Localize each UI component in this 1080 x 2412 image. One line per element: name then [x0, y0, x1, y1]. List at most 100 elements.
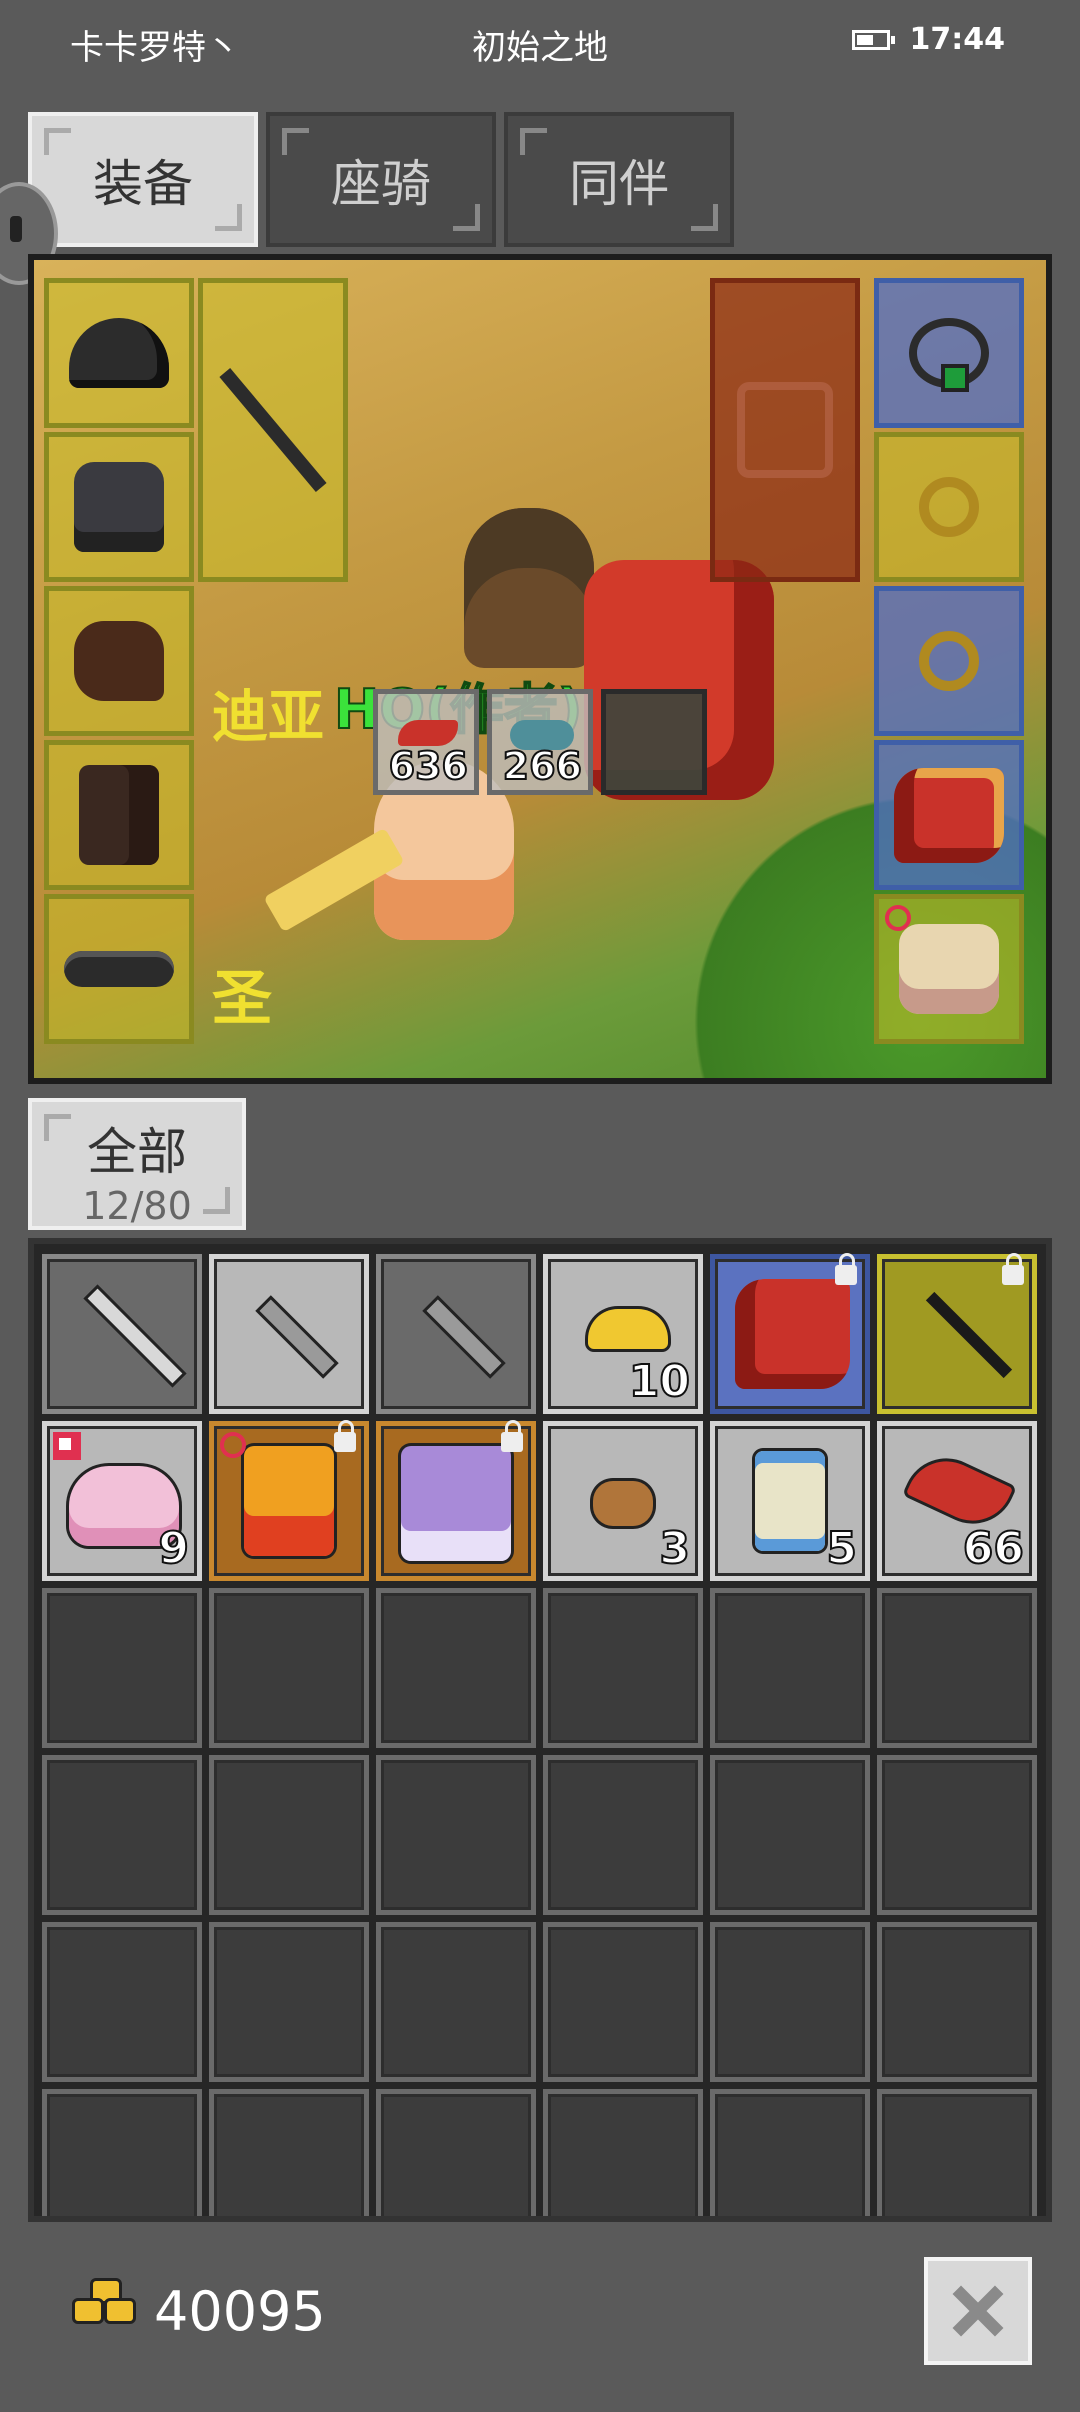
dragon-icon: [894, 767, 1004, 863]
inventory-empty-slot[interactable]: [42, 2089, 202, 2216]
sword-icon: [87, 1288, 183, 1384]
inventory-empty-slot[interactable]: [42, 1588, 202, 1748]
glove-icon: [74, 621, 164, 701]
new-mark-icon: [53, 1432, 81, 1460]
inventory-empty-slot[interactable]: [209, 1755, 369, 1915]
inventory-empty-slot[interactable]: [376, 2089, 536, 2216]
tab-companion[interactable]: 同伴: [504, 112, 734, 247]
necklace-icon: [909, 318, 989, 392]
cat-pet-icon: [899, 924, 999, 1014]
slot-armor[interactable]: [44, 432, 194, 582]
slot-belt[interactable]: [44, 894, 194, 1044]
slot-weapon[interactable]: [198, 278, 348, 582]
tab-equipment[interactable]: 装备: [28, 112, 258, 247]
inventory-item[interactable]: [376, 1254, 536, 1414]
ring-icon: [919, 631, 979, 691]
spear-icon: [219, 368, 327, 492]
corner-decoration: [44, 128, 71, 155]
item-count: 266: [502, 743, 583, 789]
inventory-empty-slot[interactable]: [42, 1922, 202, 2082]
quick-slot-1[interactable]: 636: [373, 689, 479, 795]
inventory-empty-slot[interactable]: [209, 1922, 369, 2082]
card-icon: [401, 1446, 511, 1561]
tab-label: 装备: [93, 154, 193, 213]
quick-slot-3[interactable]: [601, 689, 707, 795]
boots-icon: [79, 765, 159, 865]
slot-boots[interactable]: [44, 740, 194, 890]
inventory-item[interactable]: [376, 1420, 536, 1581]
slot-pet[interactable]: [874, 894, 1024, 1044]
close-button[interactable]: [924, 2257, 1032, 2365]
inventory-empty-slot[interactable]: [209, 1588, 369, 1748]
item-count: 3: [658, 1522, 691, 1575]
corner-decoration: [215, 204, 242, 231]
inventory-empty-slot[interactable]: [376, 1588, 536, 1748]
inventory-empty-slot[interactable]: [543, 1588, 703, 1748]
inventory-item[interactable]: [209, 1254, 369, 1414]
corner-decoration: [44, 1114, 71, 1141]
belt-icon: [64, 951, 174, 987]
inventory-item[interactable]: [42, 1254, 202, 1414]
inventory-empty-slot[interactable]: [543, 1922, 703, 2082]
slot-ring-2[interactable]: [874, 586, 1024, 736]
ore-icon: [593, 1481, 653, 1526]
inventory-empty-slot[interactable]: [209, 2089, 369, 2216]
inventory-empty-slot[interactable]: [710, 1588, 870, 1748]
inventory-empty-slot[interactable]: [376, 1755, 536, 1915]
inventory-empty-slot[interactable]: [376, 1922, 536, 2082]
gold-ingot-icon: [588, 1309, 668, 1349]
inventory-empty-slot[interactable]: [877, 2089, 1037, 2216]
dragon-icon: [735, 1279, 850, 1389]
inventory-empty-slot[interactable]: [42, 1755, 202, 1915]
clock: 17:44: [909, 22, 1006, 57]
inventory-empty-slot[interactable]: [710, 1922, 870, 2082]
lock-icon: [501, 1420, 523, 1452]
female-gender-icon: [220, 1432, 246, 1458]
corner-decoration: [691, 204, 718, 231]
inventory-empty-slot[interactable]: [710, 1755, 870, 1915]
inventory-empty-slot[interactable]: [877, 1922, 1037, 2082]
inventory-item[interactable]: 3: [543, 1421, 703, 1581]
slot-helmet[interactable]: [44, 278, 194, 428]
inventory-cells: 10 9 3 5 66: [42, 1253, 1037, 2216]
slot-ring-1[interactable]: [874, 432, 1024, 582]
feather-icon: [905, 1448, 1014, 1534]
tab-label: 座骑: [331, 154, 431, 213]
slot-offhand[interactable]: [710, 278, 860, 582]
item-count: 9: [157, 1522, 190, 1575]
inventory-item[interactable]: [877, 1253, 1037, 1414]
inventory-empty-slot[interactable]: [710, 2089, 870, 2216]
inventory-grid[interactable]: 10 9 3 5 66: [28, 1238, 1052, 2222]
status-right: 17:44: [851, 22, 1006, 57]
trident-icon: [925, 1291, 1013, 1379]
scroll-icon: [755, 1451, 825, 1551]
gold-amount: 40095: [154, 2280, 326, 2343]
slot-mount[interactable]: [874, 740, 1024, 890]
inventory-item[interactable]: [710, 1253, 870, 1414]
inventory-item[interactable]: 10: [543, 1254, 703, 1414]
inventory-empty-slot[interactable]: [877, 1755, 1037, 1915]
inventory-empty-slot[interactable]: [543, 1755, 703, 1915]
inventory-item[interactable]: 5: [710, 1421, 870, 1581]
item-count: 636: [388, 743, 469, 789]
tab-mount[interactable]: 座骑: [266, 112, 496, 247]
treasure-box-icon: [244, 1446, 334, 1556]
battery-icon: [851, 29, 895, 50]
gold-coins-icon: [72, 2278, 136, 2324]
slot-necklace[interactable]: [874, 278, 1024, 428]
knife-icon: [259, 1299, 335, 1375]
quick-slot-2[interactable]: 266: [487, 689, 593, 795]
inventory-empty-slot[interactable]: [543, 2089, 703, 2216]
inventory-empty-slot[interactable]: [877, 1588, 1037, 1748]
inventory-item[interactable]: 66: [877, 1421, 1037, 1581]
lock-icon: [1002, 1253, 1024, 1285]
corner-decoration: [520, 128, 547, 155]
armor-icon: [74, 462, 164, 552]
battery-level: [856, 34, 874, 45]
inventory-item[interactable]: 9: [42, 1421, 202, 1581]
status-bar: 卡卡罗特丶 初始之地 17:44: [0, 0, 1080, 90]
inventory-item[interactable]: [209, 1420, 369, 1581]
npc-name-fragment: 迪亚: [212, 685, 324, 750]
slot-gloves[interactable]: [44, 586, 194, 736]
inventory-filter-all[interactable]: 全部 12/80: [28, 1098, 246, 1230]
